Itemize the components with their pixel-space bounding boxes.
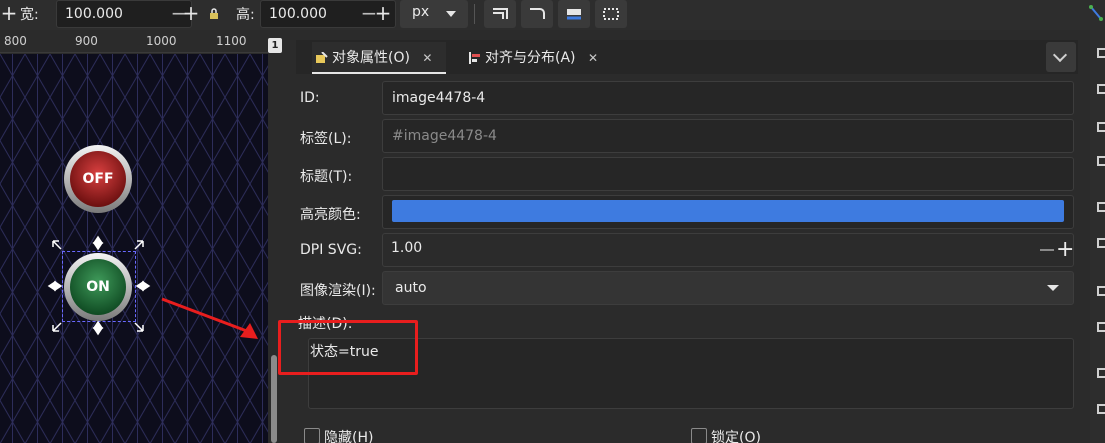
id-label: ID: xyxy=(300,90,320,106)
description-textarea[interactable] xyxy=(308,338,1074,409)
locked-label: 锁定(O) xyxy=(711,430,761,443)
dock-icon[interactable] xyxy=(1097,202,1105,212)
image-rendering-value: auto xyxy=(395,280,427,296)
scale-corners-button[interactable] xyxy=(521,0,553,28)
dpi-value: 1.00 xyxy=(391,240,423,256)
dock-icon[interactable] xyxy=(1097,48,1105,58)
resize-handle-icon xyxy=(135,280,151,292)
dpi-minus-button[interactable] xyxy=(1040,249,1054,251)
chevron-down-icon xyxy=(1052,47,1068,63)
close-icon[interactable]: ✕ xyxy=(588,51,598,65)
dock-icon[interactable] xyxy=(1097,238,1105,248)
object-properties-icon xyxy=(316,52,328,63)
resize-handle-icon xyxy=(52,322,62,332)
width-label: 宽: xyxy=(20,7,39,23)
height-plus-button[interactable]: + xyxy=(374,2,392,24)
dock-icon[interactable] xyxy=(1097,322,1105,332)
dock-icon[interactable] xyxy=(1097,286,1105,296)
title-label: 标题(T): xyxy=(300,169,353,185)
top-toolbar: + 宽: 100.000 − + 高: 100.000 − + px xyxy=(0,0,1105,30)
resize-handle-icon xyxy=(47,280,63,292)
ruler-tick-label: 1000 xyxy=(146,34,177,48)
resize-handle-icon xyxy=(92,320,104,336)
tab-object-properties[interactable]: 对象属性(O) ✕ xyxy=(312,42,446,74)
resize-handle-icon xyxy=(134,322,144,332)
close-icon[interactable]: ✕ xyxy=(422,51,432,65)
chevron-down-icon xyxy=(1047,285,1059,291)
dock-icon[interactable] xyxy=(1097,122,1105,132)
ruler-tick-label: 800 xyxy=(4,34,27,48)
annotation-arrow xyxy=(161,297,258,339)
ruler-tick-label: 1100 xyxy=(216,34,247,48)
title-input[interactable] xyxy=(382,157,1074,191)
rounded-corners-icon xyxy=(530,8,545,19)
annotation-highlight-box xyxy=(278,320,418,375)
scale-stroke-button[interactable] xyxy=(484,0,516,28)
lock-icon[interactable] xyxy=(208,8,220,20)
image-rendering-label: 图像渲染(I): xyxy=(300,283,376,299)
page-number-badge: 1 xyxy=(268,38,282,53)
plus-icon[interactable]: + xyxy=(0,2,18,24)
tag-label: 标签(L): xyxy=(300,131,352,147)
tab-align-distribute[interactable]: 对齐与分布(A) ✕ xyxy=(465,42,605,74)
move-patterns-button[interactable] xyxy=(595,0,627,28)
highlight-color-swatch[interactable] xyxy=(392,200,1064,222)
tab-label: 对齐与分布(A) xyxy=(485,50,576,66)
ruler-tick-label: 900 xyxy=(75,34,98,48)
tag-input[interactable]: #image4478-4 xyxy=(382,119,1074,153)
unit-select[interactable]: px xyxy=(400,0,468,28)
id-input[interactable]: image4478-4 xyxy=(382,81,1074,115)
off-label: OFF xyxy=(82,171,114,187)
hidden-label: 隐藏(H) xyxy=(324,430,374,443)
unit-value: px xyxy=(412,4,430,20)
dock-icon[interactable] xyxy=(1097,156,1105,166)
width-plus-button[interactable]: + xyxy=(182,2,200,24)
move-gradients-button[interactable] xyxy=(558,0,590,28)
dock-icon[interactable] xyxy=(1097,368,1105,378)
panel-menu-button[interactable] xyxy=(1046,42,1076,72)
toolbar-divider xyxy=(474,4,475,24)
resize-handle-icon xyxy=(92,235,104,251)
pattern-icon xyxy=(603,8,619,20)
gradient-icon xyxy=(567,9,581,20)
dpi-label: DPI SVG: xyxy=(300,242,362,258)
align-icon xyxy=(469,52,480,64)
canvas-scrollbar-thumb[interactable] xyxy=(271,355,277,443)
image-rendering-select[interactable]: auto xyxy=(382,271,1074,305)
dock-icon[interactable] xyxy=(1097,84,1105,94)
resize-handle-icon xyxy=(52,240,62,250)
resize-handle-icon xyxy=(134,240,144,250)
dock-icon[interactable] xyxy=(1097,404,1105,414)
off-button-image[interactable]: OFF xyxy=(63,144,133,214)
highlight-color-label: 高亮颜色: xyxy=(300,207,361,223)
dpi-spinbox[interactable] xyxy=(382,233,1074,267)
snap-icon[interactable] xyxy=(1088,4,1104,22)
hidden-checkbox[interactable] xyxy=(304,428,320,443)
horizontal-ruler[interactable]: 800 900 1000 1100 xyxy=(0,33,268,53)
transform-icon xyxy=(493,8,508,19)
height-label: 高: xyxy=(236,7,255,23)
chevron-down-icon xyxy=(446,11,456,17)
dpi-plus-button[interactable]: + xyxy=(1056,237,1074,263)
selection-handles[interactable] xyxy=(45,233,155,338)
tab-label: 对象属性(O) xyxy=(332,50,410,66)
locked-checkbox[interactable] xyxy=(691,428,707,443)
